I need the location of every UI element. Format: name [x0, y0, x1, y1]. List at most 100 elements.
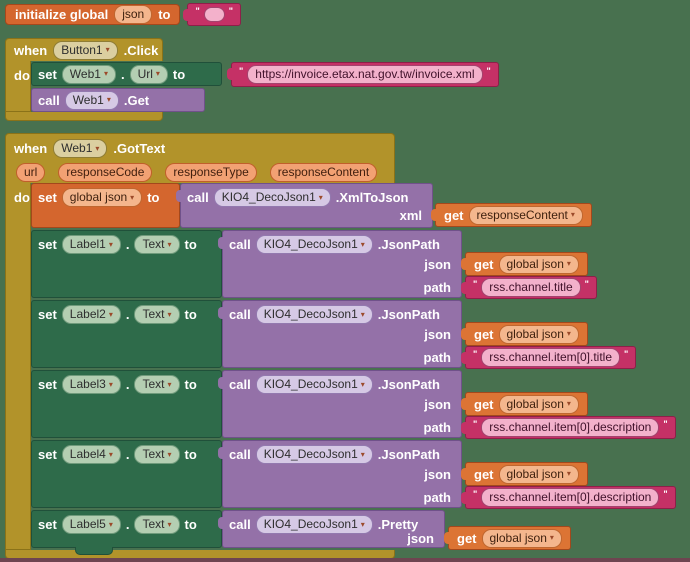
block-set-label3-text[interactable]: set Label3 ▾ . Text ▾ to [31, 370, 222, 438]
text-block-path[interactable]: " rss.channel.item[0].title " [460, 346, 637, 369]
property-dropdown-text[interactable]: Text ▾ [134, 515, 180, 534]
block-call-jsonpath[interactable]: call KIO4_DecoJson1 ▾ .JsonPath json pat… [218, 230, 462, 298]
dropdown-value: Text [142, 237, 165, 251]
string-field[interactable]: https://invoice.etax.nat.gov.tw/invoice.… [247, 64, 483, 84]
extension-dropdown-kio4[interactable]: KIO4_DecoJson1 ▾ [255, 375, 373, 394]
string-field[interactable]: rss.channel.item[0].description [481, 488, 660, 507]
dropdown-value: responseContent [476, 207, 568, 222]
component-dropdown-label2[interactable]: Label2 ▾ [61, 305, 121, 324]
variable-dropdown-global-json[interactable]: global json ▾ [498, 394, 579, 414]
component-dropdown-web1[interactable]: Web1 ▾ [61, 64, 116, 84]
dropdown-value: KIO4_DecoJson1 [263, 447, 358, 461]
extension-dropdown-kio4[interactable]: KIO4_DecoJson1 ▾ [213, 188, 331, 207]
to-keyword: to [147, 190, 160, 205]
row-set-label2: set Label2 ▾ . Text ▾ to call KIO4_DecoJ… [31, 300, 690, 370]
property-dropdown-text[interactable]: Text ▾ [134, 375, 180, 394]
component-dropdown-label4[interactable]: Label4 ▾ [61, 445, 121, 464]
variable-dropdown-global-json[interactable]: global json ▾ [61, 188, 143, 207]
block-when-button1-click[interactable]: when Button1 ▾ .Click do set Web1 ▾ . Ur… [5, 38, 499, 121]
block-get-global-json[interactable]: get global json ▾ [461, 462, 588, 486]
block-call-web1-get[interactable]: call Web1 ▾ .Get [31, 88, 205, 112]
block-set-label5-text[interactable]: set Label5 ▾ . Text ▾ to [31, 510, 222, 548]
chevron-down-icon: ▾ [106, 95, 111, 104]
block-set-label2-text[interactable]: set Label2 ▾ . Text ▾ to [31, 300, 222, 368]
text-block-path[interactable]: " rss.channel.title " [461, 276, 597, 299]
block-when-web1-gottext[interactable]: when Web1 ▾ .GotText url responseCode re… [5, 133, 690, 559]
row-set-global-json: set global json ▾ to call KIO4_DecoJson1… [31, 183, 690, 230]
dropdown-value: Label1 [69, 237, 106, 251]
block-set-global-json[interactable]: set global json ▾ to [31, 183, 180, 228]
text-block-empty-string[interactable]: " " [183, 3, 242, 26]
event-param-responsetype[interactable]: responseType [165, 163, 257, 182]
component-dropdown-button1[interactable]: Button1 ▾ [53, 40, 118, 60]
variable-dropdown-responsecontent[interactable]: responseContent ▾ [468, 205, 583, 225]
extension-dropdown-kio4[interactable]: KIO4_DecoJson1 ▾ [255, 305, 373, 324]
block-get-global-json[interactable]: get global json ▾ [444, 526, 571, 550]
dropdown-value: Url [137, 66, 153, 81]
next-statement-tab [75, 547, 113, 555]
variable-dropdown-global-json[interactable]: global json ▾ [481, 528, 562, 548]
event-param-url[interactable]: url [16, 163, 46, 182]
component-dropdown-label5[interactable]: Label5 ▾ [61, 515, 121, 534]
method-name-jsonpath: .JsonPath [377, 237, 440, 252]
block-call-pretty[interactable]: call KIO4_DecoJson1 ▾ .Pretty json [218, 510, 445, 548]
dropdown-value: Text [142, 517, 165, 531]
block-call-xmltojson[interactable]: call KIO4_DecoJson1 ▾ .XmlToJson xml [176, 183, 433, 228]
dropdown-value: global json [69, 190, 128, 204]
block-get-global-json[interactable]: get global json ▾ [461, 322, 588, 346]
block-get-global-json[interactable]: get global json ▾ [461, 252, 588, 276]
variable-name-field[interactable]: json [114, 5, 153, 24]
open-quote: " [195, 6, 200, 16]
component-dropdown-web1[interactable]: Web1 ▾ [53, 139, 108, 158]
property-dropdown-text[interactable]: Text ▾ [134, 305, 180, 324]
open-quote: " [473, 349, 478, 359]
text-block-path[interactable]: " rss.channel.item[0].description " [461, 416, 676, 439]
string-field[interactable] [203, 7, 225, 22]
block-call-jsonpath[interactable]: call KIO4_DecoJson1 ▾ .JsonPath json pat… [218, 370, 462, 438]
dropdown-value: Label3 [69, 377, 106, 391]
string-field[interactable]: rss.channel.item[0].title [481, 348, 620, 367]
chevron-down-icon: ▾ [360, 519, 365, 529]
block-get-responsecontent[interactable]: get responseContent ▾ [431, 203, 592, 227]
call-keyword: call [38, 92, 60, 108]
string-field[interactable]: rss.channel.title [481, 278, 581, 297]
dropdown-value: global json [506, 466, 564, 481]
dot-separator: . [125, 447, 130, 462]
extension-dropdown-kio4[interactable]: KIO4_DecoJson1 ▾ [255, 235, 373, 254]
chevron-down-icon: ▾ [570, 210, 575, 219]
block-get-global-json[interactable]: get global json ▾ [461, 392, 588, 416]
extension-dropdown-kio4[interactable]: KIO4_DecoJson1 ▾ [255, 445, 373, 464]
block-set-label4-text[interactable]: set Label4 ▾ . Text ▾ to [31, 440, 222, 508]
extension-dropdown-kio4[interactable]: KIO4_DecoJson1 ▾ [255, 515, 373, 534]
chevron-down-icon: ▾ [566, 259, 571, 268]
variable-dropdown-global-json[interactable]: global json ▾ [498, 254, 579, 274]
dropdown-value: Button1 [61, 42, 103, 57]
event-param-responsecontent[interactable]: responseContent [269, 163, 378, 182]
block-initialize-global-json[interactable]: initialize global json to " " [5, 3, 242, 26]
property-dropdown-text[interactable]: Text ▾ [134, 235, 180, 254]
chevron-down-icon: ▾ [318, 192, 323, 202]
variable-dropdown-global-json[interactable]: global json ▾ [498, 324, 579, 344]
text-block-path[interactable]: " rss.channel.item[0].description " [461, 486, 676, 509]
component-dropdown-label3[interactable]: Label3 ▾ [61, 375, 121, 394]
dropdown-value: KIO4_DecoJson1 [221, 190, 316, 204]
property-dropdown-text[interactable]: Text ▾ [134, 445, 180, 464]
block-call-jsonpath[interactable]: call KIO4_DecoJson1 ▾ .JsonPath json pat… [218, 440, 462, 508]
property-dropdown-url[interactable]: Url ▾ [129, 64, 168, 84]
call-keyword: call [229, 237, 251, 252]
event-param-responsecode[interactable]: responseCode [58, 163, 153, 182]
call-keyword: call [229, 307, 251, 322]
block-set-label1-text[interactable]: set Label1 ▾ . Text ▾ to [31, 230, 222, 298]
text-block-invoice-url[interactable]: " https://invoice.etax.nat.gov.tw/invoic… [227, 61, 499, 87]
string-field[interactable]: rss.channel.item[0].description [481, 418, 660, 437]
component-dropdown-label1[interactable]: Label1 ▾ [61, 235, 121, 254]
variable-dropdown-global-json[interactable]: global json ▾ [498, 464, 579, 484]
do-spine: do [5, 61, 31, 112]
block-call-jsonpath[interactable]: call KIO4_DecoJson1 ▾ .JsonPath json pat… [218, 300, 462, 368]
param-label-json: json [424, 257, 451, 272]
component-dropdown-web1[interactable]: Web1 ▾ [64, 90, 119, 110]
block-set-web1-url[interactable]: set Web1 ▾ . Url ▾ to [31, 62, 222, 86]
set-keyword: set [38, 66, 57, 82]
param-label-xml: xml [399, 208, 422, 223]
close-quote: " [663, 489, 668, 499]
